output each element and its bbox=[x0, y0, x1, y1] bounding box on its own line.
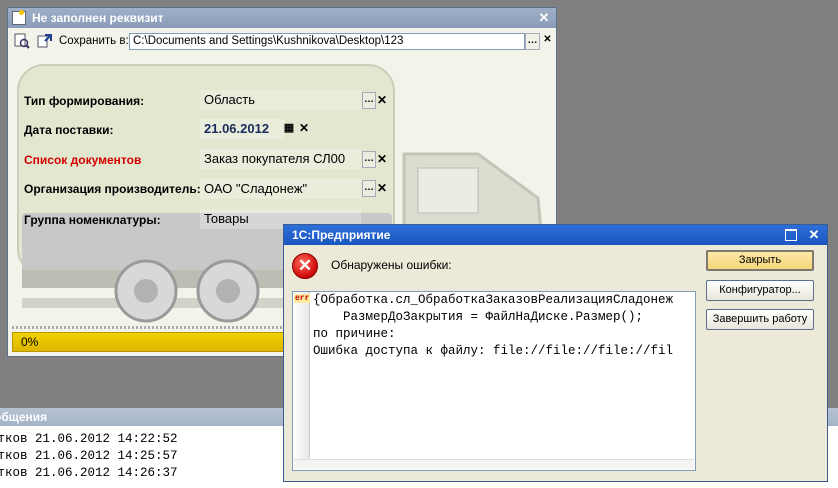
organization-select-button[interactable]: … bbox=[362, 180, 376, 197]
field-label-group: Группа номенклатуры: bbox=[24, 213, 161, 227]
message-row: атков 21.06.2012 14:22:52 bbox=[0, 432, 178, 446]
type-field[interactable]: Область bbox=[200, 90, 361, 110]
documents-field[interactable]: Заказ покупателя СЛ00 bbox=[200, 149, 361, 169]
message-row: атков 21.06.2012 14:26:37 bbox=[0, 466, 178, 480]
close-button[interactable]: Закрыть bbox=[706, 250, 814, 271]
progress-text: 0% bbox=[21, 335, 39, 349]
documents-select-button[interactable]: … bbox=[362, 151, 376, 168]
code-line: РазмерДоЗакрытия = ФайлНаДиске.Размер(); bbox=[313, 310, 644, 324]
message-row: атков 21.06.2012 14:25:57 bbox=[0, 449, 178, 463]
organization-field[interactable]: ОАО "Сладонеж" bbox=[200, 179, 361, 199]
error-dialog: 1С:Предприятие ✕ ✕ Обнаружены ошибки: er… bbox=[283, 224, 828, 482]
configurator-button[interactable]: Конфигуратор... bbox=[706, 280, 814, 301]
finish-work-button[interactable]: Завершить работу bbox=[706, 309, 814, 330]
field-label-date: Дата поставки: bbox=[24, 123, 114, 137]
maximize-icon[interactable] bbox=[785, 229, 797, 241]
type-clear-icon[interactable]: ✕ bbox=[376, 92, 388, 109]
type-select-button[interactable]: … bbox=[362, 92, 376, 109]
field-label-documents: Список документов bbox=[24, 153, 142, 167]
browse-button[interactable]: … bbox=[525, 33, 540, 50]
date-field[interactable]: 21.06.2012 bbox=[200, 119, 285, 139]
window-title-bar[interactable]: Не заполнен реквизит ✕ bbox=[8, 8, 556, 28]
report-icon bbox=[12, 10, 26, 25]
preview-icon[interactable] bbox=[14, 33, 30, 49]
save-arrow-icon[interactable] bbox=[37, 33, 53, 49]
error-icon: ✕ bbox=[292, 253, 318, 279]
window-title: Не заполнен реквизит bbox=[32, 11, 164, 25]
organization-clear-icon[interactable]: ✕ bbox=[376, 180, 388, 197]
field-label-organization: Организация производитель: bbox=[24, 182, 201, 196]
calendar-icon[interactable]: ▦ bbox=[283, 120, 295, 137]
error-details-text[interactable]: err {Обработка.сл_ОбработкаЗаказовРеализ… bbox=[292, 291, 696, 471]
save-path-input[interactable]: C:\Documents and Settings\Kushnikova\Des… bbox=[129, 33, 525, 50]
close-icon[interactable]: ✕ bbox=[806, 227, 822, 243]
dialog-title: 1С:Предприятие bbox=[292, 228, 391, 242]
save-toolbar: Сохранить в: C:\Documents and Settings\K… bbox=[8, 30, 556, 52]
horizontal-scrollbar[interactable] bbox=[294, 459, 694, 469]
documents-clear-icon[interactable]: ✕ bbox=[376, 151, 388, 168]
date-clear-icon[interactable]: ✕ bbox=[298, 120, 310, 137]
clear-button[interactable]: ✕ bbox=[540, 33, 555, 50]
code-line: {Обработка.сл_ОбработкаЗаказовРеализация… bbox=[313, 293, 674, 307]
save-label: Сохранить в: bbox=[59, 35, 129, 47]
err-marker: err bbox=[294, 294, 311, 303]
code-line: Ошибка доступа к файлу: file://file://fi… bbox=[313, 344, 674, 358]
code-line: по причине: bbox=[313, 327, 396, 341]
field-label-type: Тип формирования: bbox=[24, 94, 145, 108]
error-message: Обнаружены ошибки: bbox=[331, 258, 452, 272]
gutter bbox=[293, 292, 310, 462]
dialog-title-bar[interactable]: 1С:Предприятие ✕ bbox=[284, 225, 827, 245]
close-icon[interactable]: ✕ bbox=[536, 10, 552, 26]
